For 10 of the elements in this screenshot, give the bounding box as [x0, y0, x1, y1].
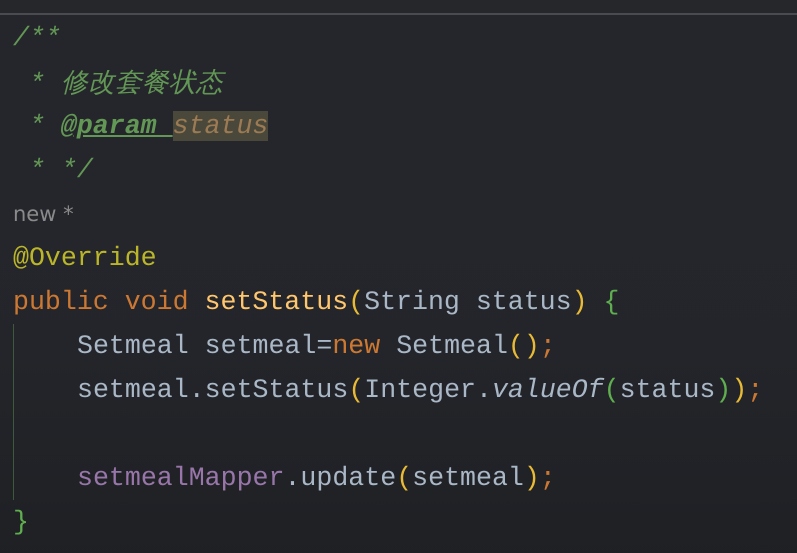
code-line: public void setStatus(String status) {: [13, 287, 620, 317]
code-line: * */: [28, 155, 93, 185]
code-line: setmeal.setStatus(Integer.valueOf(status));: [77, 375, 764, 405]
inlay-hint: new *: [13, 202, 74, 226]
code-line: @Override: [13, 243, 157, 273]
code-line: * @param status: [28, 111, 268, 141]
code-line: /**: [13, 23, 61, 53]
code-line: Setmeal setmeal=new Setmeal();: [77, 331, 556, 361]
code-line: setmealMapper.update(setmeal);: [77, 463, 556, 493]
code-line: }: [13, 507, 29, 537]
